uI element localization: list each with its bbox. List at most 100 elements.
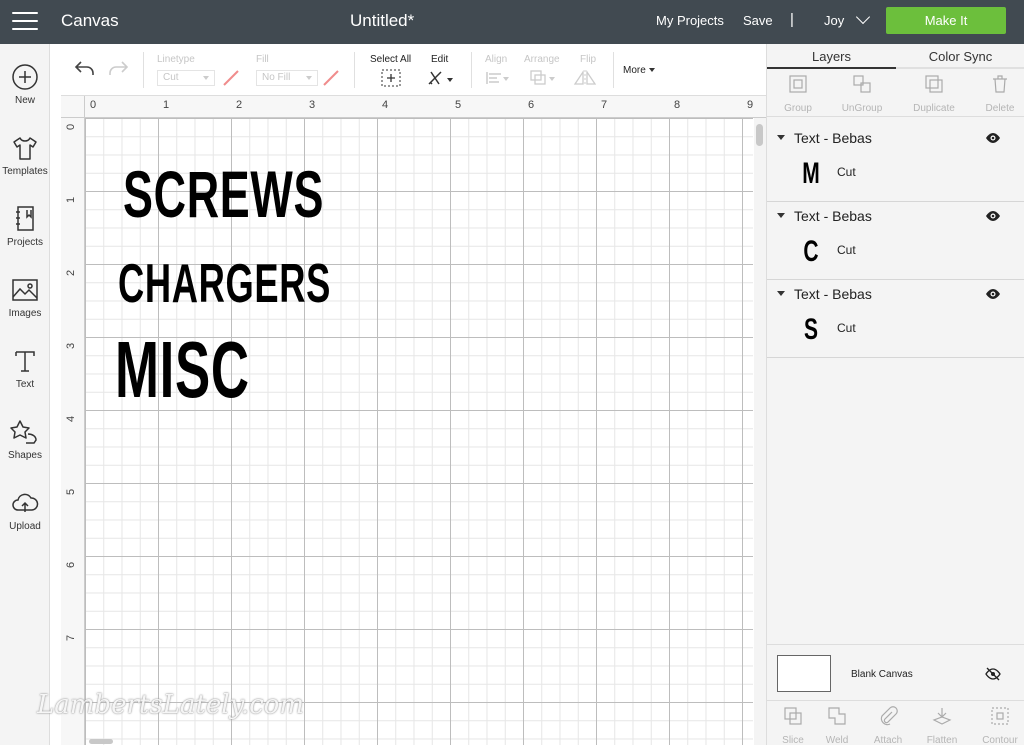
redo-icon[interactable] <box>107 58 129 78</box>
blank-canvas-label: Blank Canvas <box>851 669 913 680</box>
weld-button[interactable]: Weld <box>811 701 863 746</box>
fill-color-swatch-icon[interactable] <box>321 68 341 88</box>
layer-thumbnail[interactable]: S <box>801 313 821 347</box>
nav-upload[interactable]: Upload <box>0 488 50 550</box>
my-projects-link[interactable]: My Projects <box>656 13 724 28</box>
linetype-select[interactable]: Cut <box>157 70 215 86</box>
select-all-icon[interactable] <box>381 69 401 87</box>
nav-images[interactable]: Images <box>0 275 50 337</box>
nav-templates[interactable]: Templates <box>0 133 50 195</box>
ruler-tick-label: 2 <box>65 269 77 276</box>
ungroup-button[interactable]: UnGroup <box>831 69 893 117</box>
tab-color-sync[interactable]: Color Sync <box>896 44 1024 69</box>
caret-down-icon[interactable] <box>777 213 785 218</box>
save-link[interactable]: Save <box>743 13 773 28</box>
layer-header[interactable]: Text - Bebas <box>767 203 1024 228</box>
layer-thumbnail[interactable]: M <box>801 157 821 191</box>
layer-header[interactable]: Text - Bebas <box>767 125 1024 150</box>
design-canvas[interactable]: 0 1 2 3 4 5 6 7 8 9 0 1 2 3 4 5 6 7 SCRE… <box>61 96 766 745</box>
toolbar-divider <box>471 52 472 88</box>
caret-down-icon[interactable] <box>777 135 785 140</box>
nav-label: Shapes <box>8 450 42 461</box>
document-title[interactable]: Untitled* <box>350 11 414 31</box>
ruler-tick-label: 4 <box>382 99 389 111</box>
vertical-scrollbar[interactable] <box>754 118 766 745</box>
nav-shapes[interactable]: Shapes <box>0 417 50 479</box>
scroll-thumb[interactable] <box>756 124 763 146</box>
layer-item[interactable]: Text - Bebas M Cut <box>767 125 1024 202</box>
ruler-tick-label: 4 <box>65 415 77 422</box>
eye-icon[interactable] <box>985 288 1001 300</box>
layer-title: Text - Bebas <box>794 286 872 302</box>
toolbar-divider <box>143 52 144 88</box>
more-menu[interactable]: More <box>623 65 655 76</box>
ruler-tick-label: 1 <box>65 196 77 203</box>
layer-header[interactable]: Text - Bebas <box>767 281 1024 306</box>
layer-item[interactable]: Text - Bebas C Cut <box>767 203 1024 280</box>
ungroup-label: UnGroup <box>841 103 883 114</box>
canvas-text-screws[interactable]: SCREWS <box>123 156 324 232</box>
blank-canvas-row: Blank Canvas <box>767 644 1024 700</box>
flatten-icon <box>932 708 952 725</box>
undo-icon[interactable] <box>74 58 96 78</box>
attach-button[interactable]: Attach <box>862 701 914 746</box>
layers-panel: Layers Color Sync Group UnGroup Duplicat… <box>766 44 1024 746</box>
linetype-label: Linetype <box>157 54 195 65</box>
hamburger-menu-icon[interactable] <box>12 12 38 32</box>
canvas-text-chargers[interactable]: CHARGERS <box>118 251 331 315</box>
nav-projects[interactable]: Projects <box>0 204 50 266</box>
edit-label: Edit <box>431 54 449 65</box>
layer-operation[interactable]: Cut <box>837 243 856 257</box>
app-title: Canvas <box>61 11 119 30</box>
left-nav: New Templates Projects Images Text Shape… <box>0 44 50 745</box>
caret-down-icon[interactable] <box>777 291 785 296</box>
attach-label: Attach <box>873 735 903 746</box>
scroll-thumb[interactable] <box>89 739 113 744</box>
canvas-text-misc[interactable]: MISC <box>115 324 250 416</box>
layer-item[interactable]: Text - Bebas S Cut <box>767 281 1024 358</box>
cloud-upload-icon <box>12 493 39 512</box>
eye-icon[interactable] <box>985 132 1001 144</box>
arrange-icon[interactable] <box>529 69 557 87</box>
contour-button[interactable]: Contour <box>974 701 1024 746</box>
layer-operation[interactable]: Cut <box>837 165 856 179</box>
edit-tools-icon[interactable] <box>427 68 455 88</box>
make-it-button[interactable]: Make It <box>886 7 1006 34</box>
delete-button[interactable]: Delete <box>969 69 1024 117</box>
plus-circle-icon <box>12 64 38 90</box>
layer-thumbnail[interactable]: C <box>801 235 821 269</box>
group-icon <box>789 75 807 93</box>
ruler-corner <box>61 96 85 118</box>
eye-icon[interactable] <box>985 210 1001 222</box>
ruler-tick-label: 7 <box>65 634 77 641</box>
blank-canvas-swatch[interactable] <box>777 655 831 692</box>
duplicate-button[interactable]: Duplicate <box>903 69 965 117</box>
nav-new[interactable]: New <box>0 62 50 124</box>
ruler-tick-label: 0 <box>65 123 77 130</box>
panel-tabs: Layers Color Sync <box>767 44 1024 69</box>
ruler-tick-label: 6 <box>65 561 77 568</box>
layer-operation[interactable]: Cut <box>837 321 856 335</box>
nav-text[interactable]: Text <box>0 346 50 408</box>
linetype-color-swatch-icon[interactable] <box>221 68 241 88</box>
fill-select[interactable]: No Fill <box>256 70 318 86</box>
ruler-tick-label: 5 <box>455 99 462 111</box>
nav-label: Projects <box>6 237 44 248</box>
eye-slash-icon[interactable] <box>985 667 1001 681</box>
nav-label: Text <box>15 379 35 390</box>
tshirt-icon <box>13 137 37 160</box>
paperclip-icon <box>880 706 898 726</box>
flatten-button[interactable]: Flatten <box>916 701 968 746</box>
top-bar: Canvas Untitled* My Projects Save | Joy … <box>0 0 1024 44</box>
ruler-tick-label: 7 <box>601 99 608 111</box>
ruler-tick-label: 9 <box>747 99 754 111</box>
slice-icon <box>784 707 802 725</box>
flip-icon[interactable] <box>573 69 603 87</box>
group-button[interactable]: Group <box>767 69 829 117</box>
nav-label: Upload <box>9 521 41 532</box>
align-icon[interactable] <box>485 70 511 86</box>
user-menu[interactable]: Joy <box>824 9 871 28</box>
ruler-tick-label: 5 <box>65 488 77 495</box>
horizontal-scrollbar[interactable] <box>85 737 753 745</box>
tab-layers[interactable]: Layers <box>767 44 896 69</box>
